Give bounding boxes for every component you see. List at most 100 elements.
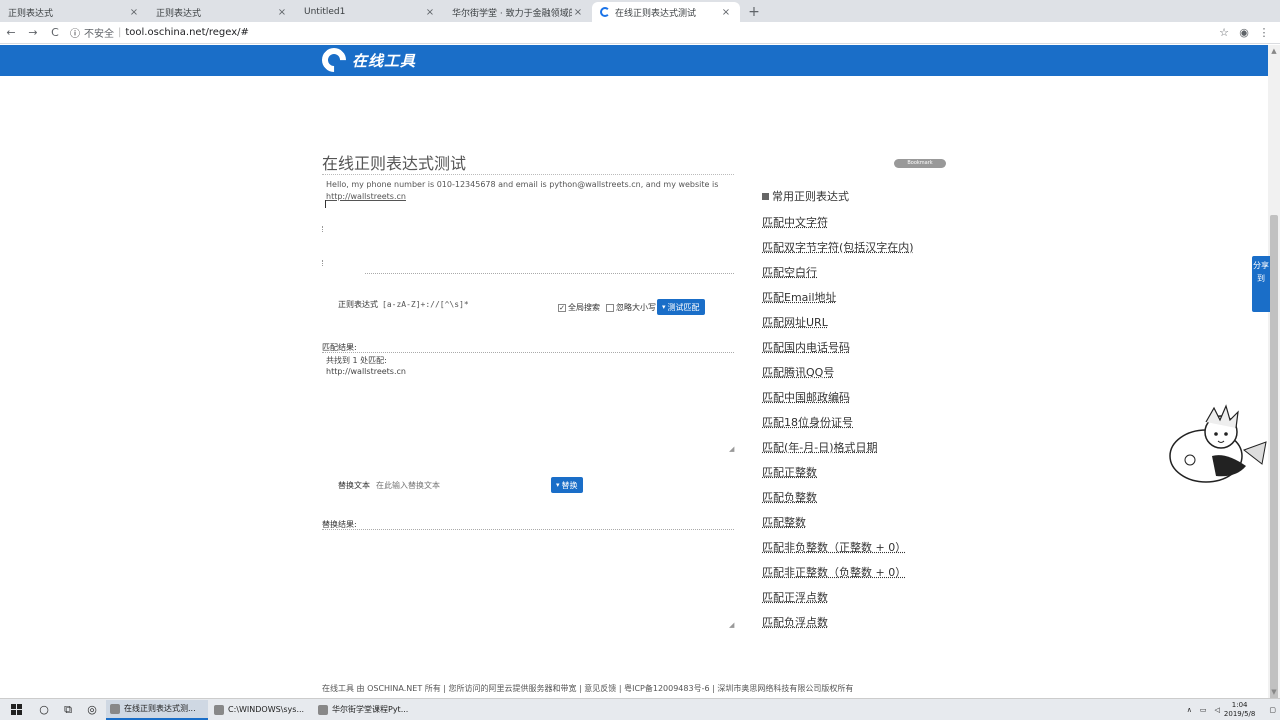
browser-tab[interactable]: Untitled1 × — [296, 2, 444, 22]
windows-taskbar: ○ ⧉ ◎ 在线正则表达式测... C:\WINDOWS\sys... 华尔街学… — [0, 698, 1280, 720]
close-icon[interactable]: × — [128, 7, 140, 18]
scroll-down-icon[interactable]: ▼ — [1268, 688, 1280, 696]
close-icon[interactable]: × — [276, 7, 288, 18]
sidebar-item[interactable]: 匹配非负整数（正整数 + 0） — [762, 538, 914, 563]
clock-date: 2019/5/8 — [1223, 709, 1256, 718]
clock[interactable]: 1:04 2019/5/8 — [1224, 701, 1255, 719]
source-text-input[interactable]: Hello, my phone number is 010-12345678 a… — [322, 177, 734, 273]
menu-icon[interactable]: ⋮ — [1254, 26, 1274, 39]
taskbar-item[interactable]: 华尔街学堂课程Pyt... — [314, 700, 416, 720]
tab-label: 华尔街学堂 · 致力于金融领域的 — [452, 8, 572, 19]
square-bullet-icon — [762, 192, 769, 200]
reload-button[interactable]: C — [44, 26, 66, 39]
divider — [322, 226, 323, 232]
sidebar-item[interactable]: 匹配(年-月-日)格式日期 — [762, 438, 914, 463]
sidebar-item[interactable]: 匹配国内电话号码 — [762, 338, 914, 363]
sidebar-item[interactable]: 匹配负浮点数 — [762, 613, 914, 638]
task-view-icon[interactable]: ⧉ — [56, 703, 80, 717]
sidebar-item[interactable]: 匹配18位身份证号 — [762, 413, 914, 438]
browser-toolbar: ← → C ⓘ 不安全 | tool.oschina.net/regex/# ☆… — [0, 22, 1280, 44]
browser-tab[interactable]: 华尔街学堂 · 致力于金融领域的 × — [444, 2, 592, 22]
match-result-output: 共找到 1 处匹配: http://wallstreets.cn — [326, 355, 406, 377]
sidebar-item[interactable]: 匹配中文字符 — [762, 213, 914, 238]
volume-icon[interactable]: ◁ — [1215, 706, 1220, 714]
notification-icon[interactable]: ▢ — [1269, 706, 1276, 714]
url-text: tool.oschina.net/regex/# — [125, 27, 249, 38]
search-icon[interactable]: ○ — [32, 703, 56, 716]
address-bar[interactable]: ⓘ 不安全 | tool.oschina.net/regex/# — [70, 25, 1214, 40]
logo-c-icon — [317, 43, 351, 77]
toolbar-right: ☆ ◉ ⋮ — [1214, 26, 1274, 39]
taskbar-item-label: C:\WINDOWS\sys... — [228, 705, 305, 714]
divider: | — [118, 27, 122, 38]
regex-label: 正则表达式 — [338, 300, 378, 309]
tab-label: Untitled1 — [304, 7, 346, 17]
share-button[interactable]: 分享到 — [1252, 256, 1270, 312]
close-icon[interactable]: × — [424, 7, 436, 18]
page-title: 在线正则表达式测试 — [322, 154, 467, 173]
site-logo[interactable]: 在线工具 — [317, 43, 416, 77]
bookmark-badge[interactable]: Bookmark — [894, 159, 946, 168]
taskbar-item-label: 华尔街学堂课程Pyt... — [332, 705, 409, 714]
resize-handle-icon[interactable]: ◢ — [729, 621, 734, 629]
sidebar-item[interactable]: 匹配双字节字符(包括汉字在内) — [762, 238, 914, 263]
tab-label: 正则表达式 — [8, 8, 54, 19]
tab-label: 在线正则表达式测试 — [615, 8, 697, 19]
profile-icon[interactable]: ◉ — [1234, 26, 1254, 39]
sidebar-item[interactable]: 匹配Email地址 — [762, 288, 914, 313]
ignore-case-label: 忽略大小写 — [616, 303, 656, 312]
new-tab-button[interactable]: + — [744, 2, 764, 22]
taskbar-item-label: 在线正则表达式测... — [124, 704, 196, 713]
taskbar-item[interactable]: C:\WINDOWS\sys... — [210, 700, 312, 720]
chevron-down-icon: ▾ — [556, 481, 560, 489]
browser-tab-active[interactable]: 在线正则表达式测试 × — [592, 2, 740, 22]
test-match-button[interactable]: ▾ 测试匹配 — [657, 299, 705, 315]
sidebar-item[interactable]: 匹配正整数 — [762, 463, 914, 488]
forward-button[interactable]: → — [22, 26, 44, 39]
match-summary: 共找到 1 处匹配: — [326, 356, 387, 365]
divider — [322, 352, 734, 353]
replace-input[interactable] — [376, 481, 536, 490]
page-scrollbar[interactable]: ▲ ▼ — [1268, 45, 1280, 705]
system-tray: ∧ ▭ ◁ 1:04 2019/5/8 ▢ — [1183, 701, 1280, 719]
global-search-checkbox[interactable]: ✓ — [558, 303, 566, 312]
mascot-image — [1169, 404, 1267, 483]
chevron-down-icon: ▾ — [662, 303, 666, 311]
replace-button[interactable]: ▾ 替换 — [551, 477, 583, 493]
scroll-up-icon[interactable]: ▲ — [1268, 47, 1280, 55]
browser-tab-strip: 正则表达式 × 正则表达式 × Untitled1 × 华尔街学堂 · 致力于金融领域… — [0, 0, 1280, 22]
start-button[interactable] — [0, 699, 32, 720]
back-button[interactable]: ← — [0, 26, 22, 39]
sidebar-item[interactable]: 匹配空白行 — [762, 263, 914, 288]
info-icon[interactable]: ⓘ — [70, 25, 80, 40]
sidebar-item[interactable]: 匹配网址URL — [762, 313, 914, 338]
network-icon[interactable]: ▭ — [1200, 706, 1207, 714]
windows-logo-icon — [10, 704, 22, 715]
sidebar-item[interactable]: 匹配正浮点数 — [762, 588, 914, 613]
sidebar-item[interactable]: 匹配整数 — [762, 513, 914, 538]
replace-label: 替换文本 — [338, 481, 370, 490]
source-text-line: Hello, my phone number is 010-12345678 a… — [326, 180, 719, 189]
browser-tab[interactable]: 正则表达式 × — [0, 2, 148, 22]
regex-options: ✓ 全局搜索 忽略大小写 — [558, 302, 656, 313]
app-icon — [214, 704, 224, 715]
tray-arrow-icon[interactable]: ∧ — [1187, 706, 1192, 714]
sidebar-item[interactable]: 匹配中国邮政编码 — [762, 388, 914, 413]
close-icon[interactable]: × — [572, 7, 584, 18]
scroll-thumb[interactable] — [1270, 215, 1278, 705]
sidebar-item[interactable]: 匹配负整数 — [762, 488, 914, 513]
match-value: http://wallstreets.cn — [326, 367, 406, 376]
sidebar-title-text: 常用正则表达式 — [772, 190, 849, 203]
text-cursor — [325, 200, 326, 208]
app-icon — [110, 703, 120, 714]
chrome-icon[interactable]: ◎ — [80, 703, 104, 716]
sidebar-item[interactable]: 匹配非正整数（负整数 + 0） — [762, 563, 914, 588]
close-icon[interactable]: × — [720, 7, 732, 18]
browser-tab[interactable]: 正则表达式 × — [148, 2, 296, 22]
bookmark-star-icon[interactable]: ☆ — [1214, 26, 1234, 39]
resize-handle-icon[interactable]: ◢ — [729, 445, 734, 453]
taskbar-item[interactable]: 在线正则表达式测... — [106, 699, 208, 720]
ignore-case-checkbox[interactable] — [606, 303, 614, 312]
sidebar-item[interactable]: 匹配腾讯QQ号 — [762, 363, 914, 388]
regex-input[interactable]: [a-zA-Z]+://[^\s]* — [382, 300, 469, 309]
